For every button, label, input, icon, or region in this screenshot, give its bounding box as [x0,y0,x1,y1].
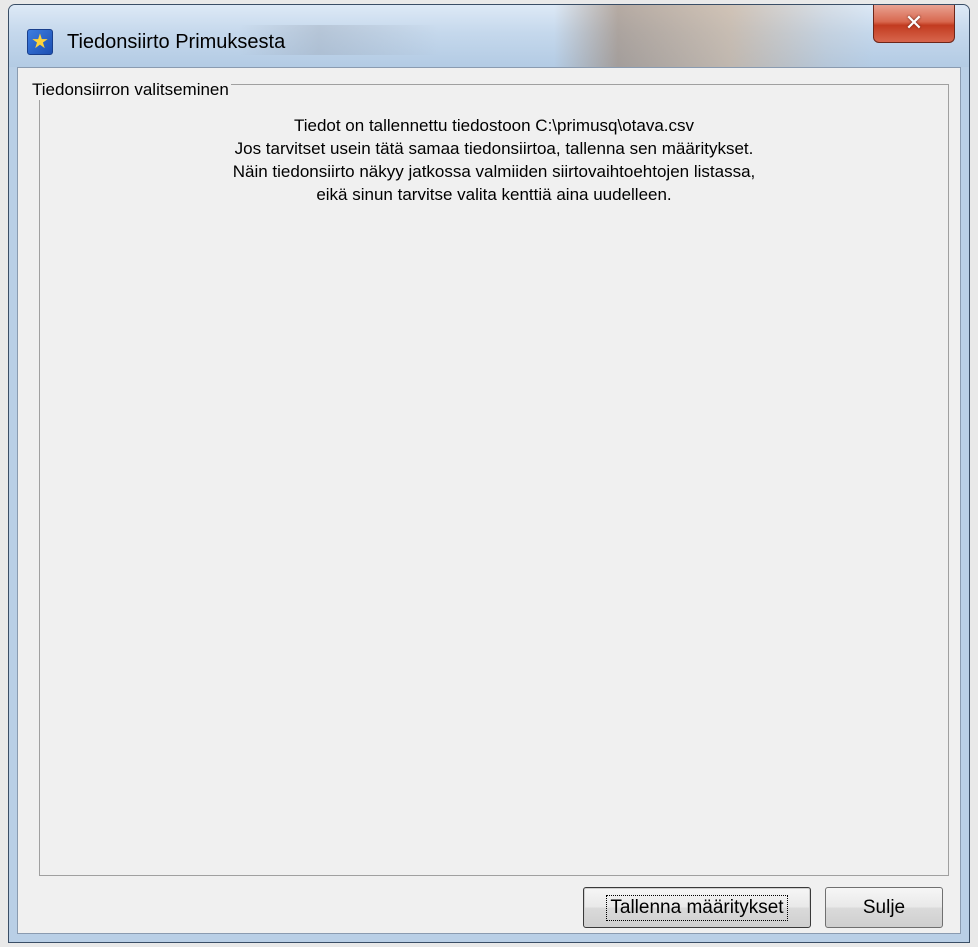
message-line: Tiedot on tallennettu tiedostoon C:\prim… [293,116,695,135]
info-message: Tiedot on tallennettu tiedostoon C:\prim… [39,114,949,206]
message-line: eikä sinun tarvitse valita kenttiä aina … [316,185,672,204]
message-line: Jos tarvitset usein tätä samaa tiedonsii… [234,139,754,158]
save-settings-label: Tallenna määritykset [606,894,788,921]
close-window-button[interactable]: ✕ [873,5,955,43]
save-settings-button[interactable]: Tallenna määritykset [583,887,811,928]
message-line: Näin tiedonsiirto näkyy jatkossa valmiid… [232,162,756,181]
star-icon: ★ [27,29,53,55]
groupbox-legend: Tiedonsiirron valitseminen [30,80,231,100]
dialog-window: ★ Tiedonsiirto Primuksesta ✕ Tiedonsiirr… [8,4,970,943]
window-title: Tiedonsiirto Primuksesta [67,31,286,53]
title-bar[interactable]: ★ Tiedonsiirto Primuksesta ✕ [9,5,969,67]
titlebar-background-decoration [554,5,874,67]
close-button[interactable]: Sulje [825,887,943,928]
close-icon: ✕ [904,11,924,36]
dialog-client-area: Tiedonsiirron valitseminen Tiedot on tal… [17,67,961,934]
